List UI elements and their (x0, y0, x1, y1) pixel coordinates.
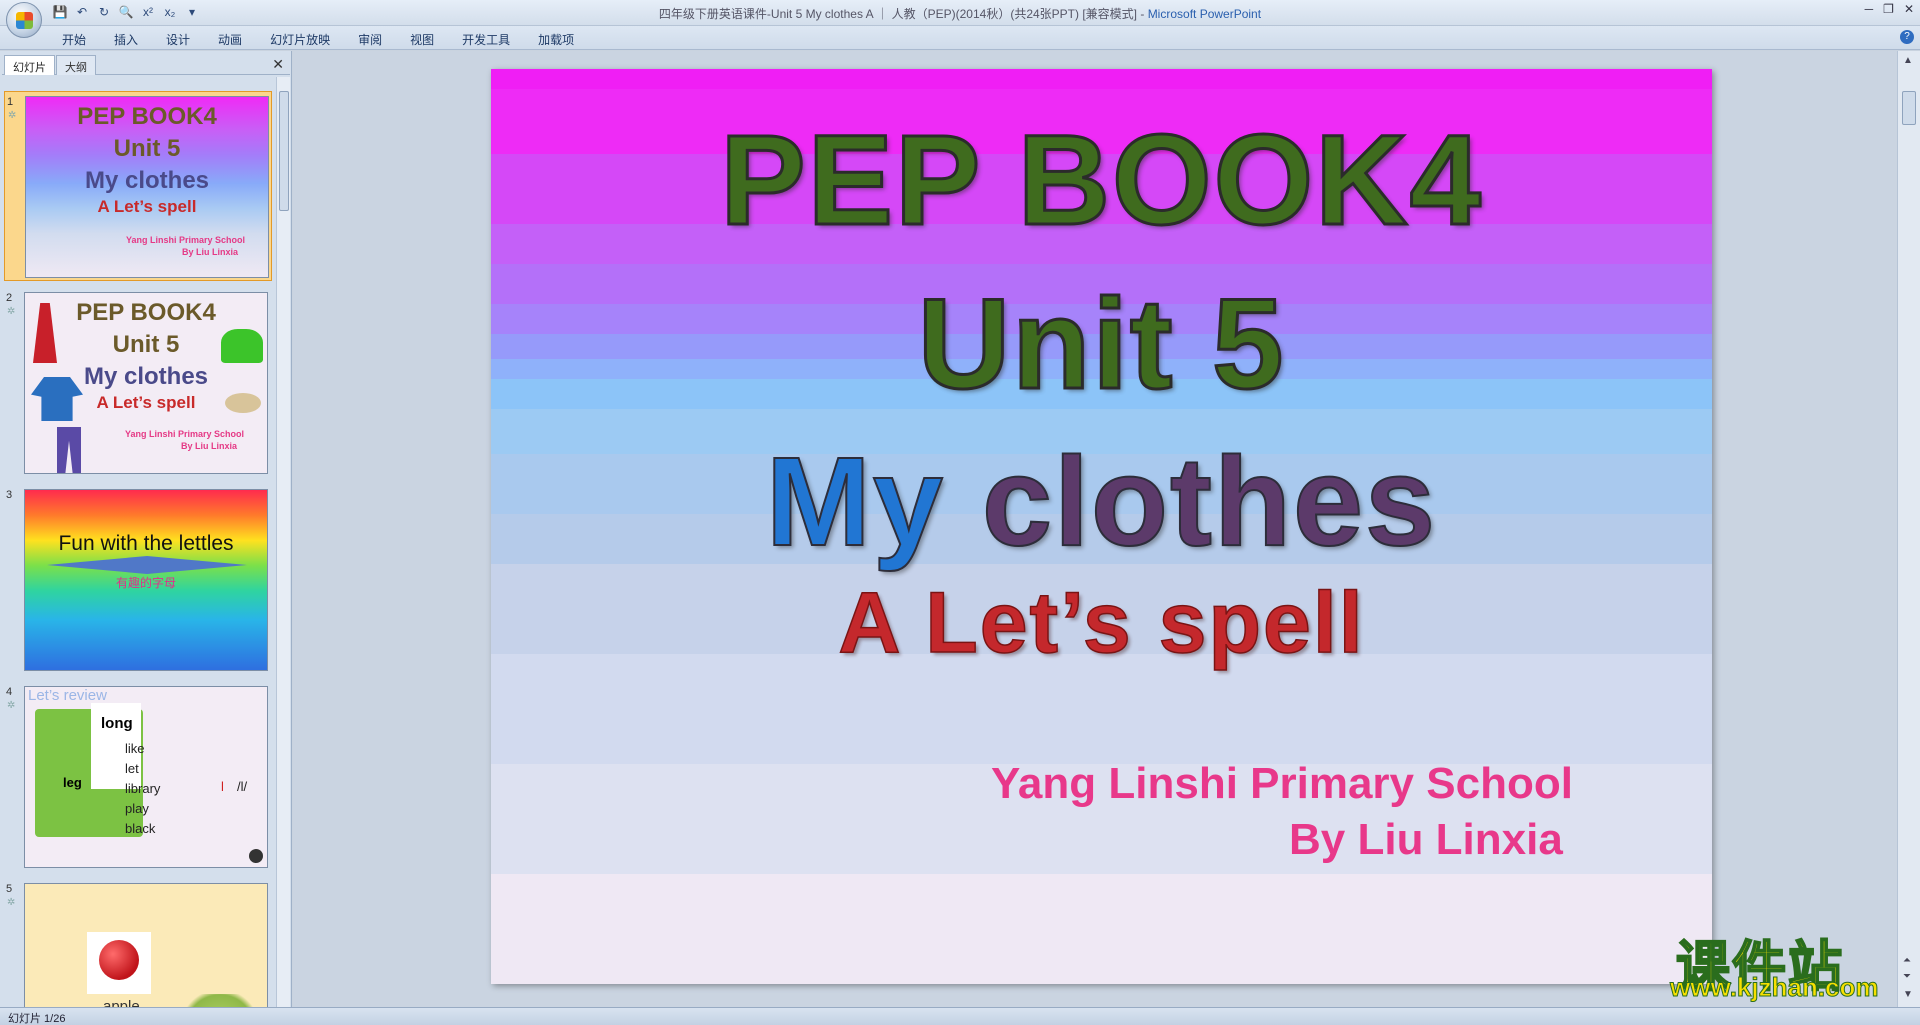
thumbnail-number: 3 (6, 489, 13, 501)
tab-outline[interactable]: 大纲 (56, 55, 96, 75)
restore-icon[interactable]: ❐ (1883, 2, 1894, 16)
transition-icon: ✲ (7, 897, 16, 908)
apple-icon (99, 940, 139, 980)
thumbnail-image: apple (24, 883, 268, 1007)
tab-review[interactable]: 审阅 (344, 29, 396, 50)
phonetic: /l/ (237, 779, 248, 794)
tab-slides[interactable]: 幻灯片 (4, 55, 55, 75)
word-long: long (101, 715, 133, 732)
close-icon[interactable]: ✕ (1904, 2, 1914, 16)
close-pane-icon[interactable]: ✕ (272, 56, 284, 73)
word-item: library (125, 781, 161, 796)
tab-developer[interactable]: 开发工具 (448, 29, 524, 50)
document-title: 四年级下册英语课件-Unit 5 My clothes A ｜ 人教（PEP)(… (658, 7, 1138, 21)
sound-icon (249, 849, 263, 863)
help-icon[interactable]: ? (1900, 30, 1914, 44)
thumb-heading: Let’s review (28, 687, 107, 704)
watermark-url: www.kjzhan.com (1670, 972, 1880, 1003)
slide-unit[interactable]: Unit 5 (491, 271, 1712, 418)
current-slide[interactable]: PEP BOOK4 Unit 5 My clothes A Let’s spel… (491, 69, 1712, 984)
word-clothes: clothes (981, 430, 1438, 573)
author-name[interactable]: By Liu Linxia (1289, 815, 1563, 865)
tab-addins[interactable]: 加载项 (524, 29, 588, 50)
tab-view[interactable]: 视图 (396, 29, 448, 50)
tab-insert[interactable]: 插入 (100, 29, 152, 50)
thumb-title: Fun with the lettles (58, 532, 234, 555)
slide-thumbnail-5[interactable]: 5 ✲ apple (4, 879, 272, 1007)
slide-subtitle[interactable]: A Let’s spell (491, 574, 1712, 673)
site-watermark: 课件站 www.kjzhan.com (1670, 922, 1900, 1003)
slide-editor: PEP BOOK4 Unit 5 My clothes A Let’s spel… (293, 51, 1897, 1007)
thumb-school: Yang Linshi Primary School (126, 235, 246, 245)
thumbnail-number: 5 (6, 883, 13, 895)
school-name[interactable]: Yang Linshi Primary School (991, 759, 1573, 809)
thumbnail-image: PEP BOOK4 Unit 5 My clothes A Let’s spel… (24, 292, 268, 474)
thumb-clothes: My clothes (84, 167, 210, 194)
slides-pane: 幻灯片 大纲 ✕ 1 ✲ PEP BOOK4 Unit 5 My clothes… (0, 51, 292, 1007)
thumbnail-scrollbar[interactable] (276, 77, 290, 1007)
tab-animations[interactable]: 动画 (204, 29, 256, 50)
previous-slide-icon[interactable]: ⏶ (1903, 955, 1911, 966)
window-controls: ─ ❐ ✕ (1865, 2, 1914, 16)
word-my: My (765, 430, 945, 573)
word-item: black (125, 821, 156, 836)
thumbnail-list: 1 ✲ PEP BOOK4 Unit 5 My clothes A Let’s … (0, 77, 274, 1007)
thumb-title: PEP BOOK4 (76, 299, 216, 326)
scroll-thumb[interactable] (1902, 91, 1916, 125)
thumb-author: By Liu Linxia (181, 441, 238, 451)
status-bar: 幻灯片 1/26 (0, 1007, 1920, 1025)
thumb-school: Yang Linshi Primary School (125, 429, 245, 439)
thumb-spell: A Let’s spell (97, 197, 197, 216)
thumbnail-number: 1 (7, 96, 14, 108)
slide-counter: 幻灯片 1/26 (8, 1013, 66, 1025)
slide-thumbnail-4[interactable]: 4 ✲ Let’s review long leg like let libra… (4, 682, 272, 872)
thumbnail-image: Fun with the lettles 有趣的字母 (24, 489, 268, 671)
word-item: let (125, 761, 139, 776)
word-item: play (125, 801, 149, 816)
word-item: like (125, 741, 145, 756)
slide-topic[interactable]: My clothes (491, 429, 1712, 574)
thumb-clothes: My clothes (83, 363, 209, 390)
transition-icon: ✲ (7, 306, 16, 317)
thumbnail-number: 4 (6, 686, 13, 698)
thumbnail-number: 2 (6, 292, 13, 304)
word-list: like let library play black (125, 739, 160, 839)
slide-thumbnail-2[interactable]: 2 ✲ PEP BOOK4 Unit 5 My clothes A Let’s … (4, 288, 272, 478)
app-name: Microsoft PowerPoint (1147, 7, 1262, 21)
window-title: 四年级下册英语课件-Unit 5 My clothes A ｜ 人教（PEP)(… (0, 5, 1920, 22)
thumbnail-image: PEP BOOK4 Unit 5 My clothes A Let’s spel… (25, 96, 269, 278)
transition-icon: ✲ (7, 700, 16, 711)
scroll-up-icon[interactable]: ▲ (1903, 55, 1913, 66)
tab-slideshow[interactable]: 幻灯片放映 (256, 29, 344, 50)
slide-thumbnail-1[interactable]: 1 ✲ PEP BOOK4 Unit 5 My clothes A Let’s … (4, 91, 272, 281)
ribbon-tabs: 开始 插入 设计 动画 幻灯片放映 审阅 视图 开发工具 加载项 ? (0, 26, 1920, 50)
transition-icon: ✲ (8, 110, 17, 121)
office-logo-icon (16, 12, 33, 29)
scroll-thumb[interactable] (279, 91, 289, 211)
thumb-author: By Liu Linxia (182, 247, 239, 257)
thumb-spell: A Let’s spell (96, 393, 196, 412)
thumb-subtitle: 有趣的字母 (115, 576, 176, 590)
next-slide-icon[interactable]: ⏷ (1903, 971, 1911, 982)
slide-title[interactable]: PEP BOOK4 (491, 107, 1712, 254)
title-separator: - (1137, 7, 1148, 21)
title-bar: 💾 ↶ ↻ 🔍 x² x₂ ▾ 四年级下册英语课件-Unit 5 My clot… (0, 0, 1920, 38)
tab-design[interactable]: 设计 (152, 29, 204, 50)
letter-l: l (221, 779, 224, 794)
word-apple: apple (103, 998, 140, 1007)
thumb-unit: Unit 5 (113, 135, 181, 162)
editor-scrollbar[interactable]: ▲ ⏶ ⏷ ▼ (1897, 51, 1920, 1007)
office-button[interactable] (6, 2, 42, 38)
scroll-down-icon[interactable]: ▼ (1903, 989, 1913, 1000)
thumb-title: PEP BOOK4 (77, 103, 217, 130)
tab-home[interactable]: 开始 (48, 29, 100, 50)
word-leg: leg (63, 775, 82, 790)
minimize-icon[interactable]: ─ (1865, 2, 1874, 16)
bush-image (175, 994, 265, 1007)
thumbnail-image: Let’s review long leg like let library p… (24, 686, 268, 868)
thumb-unit: Unit 5 (112, 331, 180, 358)
slide-thumbnail-3[interactable]: 3 Fun with the lettles 有趣的字母 (4, 485, 272, 675)
